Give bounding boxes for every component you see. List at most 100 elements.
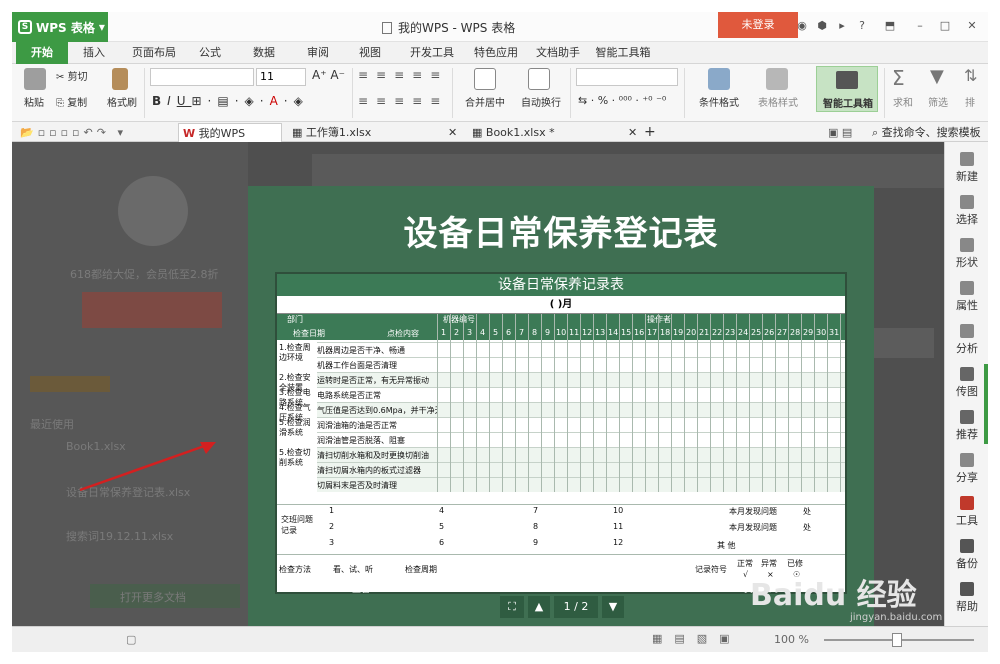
conditional-format-label[interactable]: 条件格式 (688, 94, 750, 109)
feedback-icon[interactable]: ▸ (834, 18, 850, 34)
tab-doc-assistant[interactable]: 文档助手 (528, 42, 588, 64)
tab-book1[interactable]: ▦ Book1.xlsx * ✕ (468, 123, 644, 142)
font-grow-icon[interactable]: A⁺ A⁻ (312, 68, 345, 82)
login-button[interactable]: 未登录 (718, 12, 798, 38)
restore-icon[interactable]: ⬒ (882, 18, 898, 34)
font-style-buttons[interactable]: BIU⊞·▤·◈·A·◈ (152, 94, 309, 108)
sidebar-item-icon (960, 281, 974, 295)
table-style-icon[interactable] (766, 68, 788, 90)
sidebar-item[interactable]: 分享 (945, 453, 989, 485)
sidebar-item[interactable]: 新建 (945, 152, 989, 184)
open-more-label: 打开更多文档 (120, 591, 186, 604)
minimize-icon[interactable]: – (912, 18, 928, 34)
tab-home[interactable]: 开始 (16, 42, 68, 64)
filter-label[interactable]: 筛选 (922, 94, 954, 109)
wrap-icon[interactable] (528, 68, 550, 90)
next-page-icon[interactable]: ▼ (602, 596, 624, 618)
number-format-select[interactable] (576, 68, 678, 86)
align-buttons[interactable]: ≡≡≡≡≡ (358, 94, 448, 108)
align-top-buttons[interactable]: ≡≡≡≡≡ (358, 68, 448, 82)
checklist-item: 电路系统是否正常 (317, 391, 381, 400)
tab-my-wps[interactable]: W 我的WPS (178, 123, 282, 142)
checklist-item: 机器工作台面是否清理 (317, 361, 397, 370)
font-name-select[interactable] (150, 68, 254, 86)
sort-icon[interactable]: ⇅ (964, 66, 977, 85)
font-size-select[interactable]: 11 (256, 68, 306, 86)
sidebar-item[interactable]: 选择 (945, 195, 989, 227)
sidebar-item[interactable]: 帮助 (945, 582, 989, 614)
sidebar-item[interactable]: 推荐 (945, 410, 989, 442)
paste-icon[interactable] (24, 68, 46, 90)
window-title-text: 我的WPS - WPS 表格 (398, 21, 516, 35)
sidebar-collapse-handle[interactable] (984, 364, 988, 444)
tab-data[interactable]: 数据 (244, 42, 284, 64)
brush-icon[interactable] (112, 68, 128, 90)
tabbar-tools-icons[interactable]: ▣ ▤ (824, 123, 852, 142)
wrap-text-label[interactable]: 自动换行 (514, 94, 568, 109)
checklist-item: 气压值是否达到0.6Mpa，并干净无水分 (317, 406, 437, 415)
sum-label[interactable]: 求和 (888, 94, 918, 109)
ribbon-divider (452, 68, 453, 118)
help-icon[interactable]: ? (854, 18, 870, 34)
tab-formula[interactable]: 公式 (190, 42, 230, 64)
status-icon[interactable]: ▢ (126, 633, 136, 646)
smart-toolbox-button[interactable]: 智能工具箱 (816, 66, 878, 112)
close-tab-icon[interactable]: ✕ (448, 123, 457, 142)
sidebar-item[interactable]: 属性 (945, 281, 989, 313)
number-format-buttons[interactable]: ⇆ · % · ⁰⁰⁰ · ⁺⁰ ⁻⁰ (578, 94, 666, 107)
tab-insert[interactable]: 插入 (74, 42, 114, 64)
sum-icon[interactable]: Σ (892, 66, 905, 90)
sidebar-item[interactable]: 形状 (945, 238, 989, 270)
column-divider (515, 314, 516, 492)
tab-review[interactable]: 审阅 (298, 42, 338, 64)
column-divider (697, 314, 698, 492)
page-indicator: 1 / 2 (554, 596, 598, 618)
column-divider (801, 314, 802, 492)
sidebar-item-icon (960, 410, 974, 424)
check-cycle-label: 检查周期 (405, 565, 437, 574)
close-tab-icon[interactable]: ✕ (628, 123, 637, 142)
sidebar-item[interactable]: 备份 (945, 539, 989, 571)
command-search[interactable]: ⌕ 查找命令、搜索模板 (868, 123, 981, 142)
column-divider (658, 314, 659, 492)
sidebar-item-icon (960, 324, 974, 338)
copy-button[interactable]: ⎘ 复制 (56, 94, 87, 109)
fit-screen-icon[interactable]: ⛶ (500, 596, 524, 618)
sidebar-item[interactable]: 传图 (945, 367, 989, 399)
tab-developer[interactable]: 开发工具 (402, 42, 462, 64)
table-style-label[interactable]: 表格样式 (748, 94, 808, 109)
smart-toolbox-label: 智能工具箱 (823, 99, 873, 110)
tab-workbook1[interactable]: ▦ 工作簿1.xlsx ✕ (288, 123, 464, 142)
sidebar-item-label: 形状 (956, 256, 978, 269)
skin-icon[interactable]: ◉ (794, 18, 810, 34)
conditional-format-icon[interactable] (708, 68, 730, 90)
filter-icon[interactable]: ▼ (930, 66, 944, 87)
merge-icon[interactable] (474, 68, 496, 90)
prev-page-icon[interactable]: ▲ (528, 596, 550, 618)
app-menu-button[interactable]: S WPS 表格 ▾ (12, 12, 108, 42)
sort-label[interactable]: 排 (958, 94, 982, 109)
day-number: 14 (608, 328, 619, 337)
paste-label[interactable]: 粘贴 (18, 94, 50, 109)
cut-button[interactable]: ✂ 剪切 (56, 68, 88, 83)
format-painter-label[interactable]: 格式刷 (102, 94, 142, 109)
maximize-icon[interactable]: □ (937, 18, 953, 34)
view-mode-buttons[interactable]: ▦▤▧▣ (652, 632, 742, 645)
background-card (874, 328, 934, 358)
tab-features[interactable]: 特色应用 (466, 42, 526, 64)
close-icon[interactable]: ✕ (964, 18, 980, 34)
settings-icon[interactable]: ⬢ (814, 18, 830, 34)
column-divider (736, 314, 737, 492)
tab-smart-toolbox[interactable]: 智能工具箱 (588, 42, 658, 64)
tab-page-layout[interactable]: 页面布局 (124, 42, 184, 64)
sidebar-item-label: 推荐 (956, 428, 978, 441)
quick-access-toolbar[interactable]: 📂▫▫▫▫↶↷ ▾ (16, 123, 127, 142)
merge-center-label[interactable]: 合并居中 (458, 94, 512, 109)
new-tab-icon[interactable]: + (640, 123, 656, 142)
dept-row: 部门 机器编号 操作者 (277, 314, 845, 326)
sidebar-item[interactable]: 分析 (945, 324, 989, 356)
zoom-slider-handle[interactable] (892, 633, 902, 647)
sidebar-item[interactable]: 工具 (945, 496, 989, 528)
day-number: 31 (829, 328, 840, 337)
tab-view[interactable]: 视图 (350, 42, 390, 64)
